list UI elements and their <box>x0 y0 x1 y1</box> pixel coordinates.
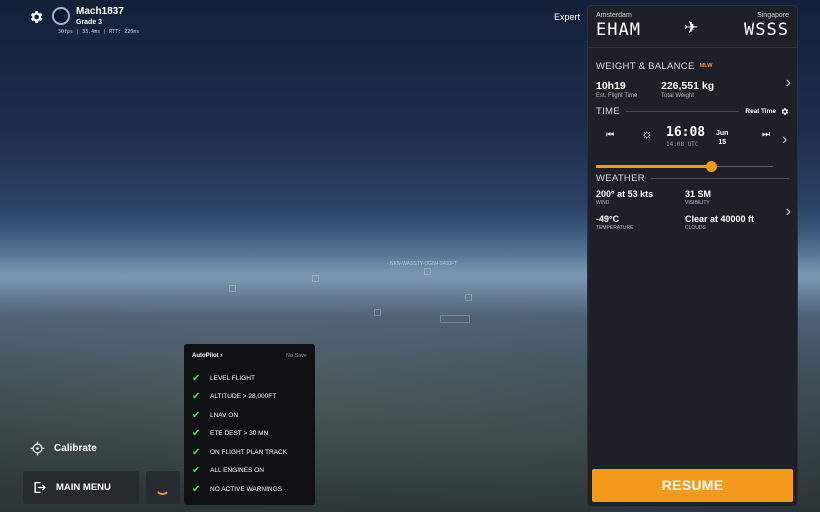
total-weight-label: Total Weight <box>661 93 694 99</box>
mode-label[interactable]: Expert <box>554 12 580 22</box>
checklist-item-label: ALL ENGINES ON <box>210 467 264 475</box>
time-slider[interactable] <box>596 161 789 172</box>
slider-fill <box>596 165 711 168</box>
check-icon: ✔ <box>192 465 201 477</box>
scene-marker <box>465 294 472 301</box>
divider <box>650 178 789 179</box>
departure: Amsterdam EHAM <box>596 12 641 40</box>
scene-marker <box>312 275 319 282</box>
chevron-right-icon[interactable]: › <box>786 203 791 221</box>
scene-marker <box>440 315 470 323</box>
arrival-city: Singapore <box>757 12 789 19</box>
route-header: Amsterdam EHAM ✈ Singapore WSSS <box>588 6 797 48</box>
departure-code: EHAM <box>596 20 641 40</box>
divider <box>625 111 740 112</box>
wind-label: WIND <box>596 200 610 206</box>
checklist-item: ✔ LEVEL FLIGHT <box>192 369 307 388</box>
chevron-right-icon[interactable]: › <box>786 74 791 92</box>
flight-time-label: Est. Flight Time <box>596 93 638 99</box>
checklist-item-label: ON FLIGHT PLAN TRACK <box>210 448 288 456</box>
checklist-item: ✔ ALTITUDE > 28,000FT <box>192 388 307 407</box>
flight-time-value: 10h19 <box>596 80 626 92</box>
calibrate-label: Calibrate <box>54 443 97 454</box>
spinner-icon <box>155 480 170 495</box>
autopilot-check-list: ✔ LEVEL FLIGHT ✔ ALTITUDE > 28,000FT ✔ LNAV O… <box>192 369 307 499</box>
weather-section[interactable]: WEATHER 200° at 53 kts WIND 31 SM VISIBI… <box>596 173 791 231</box>
time-controls: ⏮ ☼ 16:08 14:08 UTC Jun 15 ⏭ › <box>596 123 789 159</box>
scene-marker <box>374 309 381 316</box>
user-info: Mach1837 Grade 3 30fps | 33.4ms | RTT: 2… <box>28 6 139 35</box>
time-section: TIME Real Time ⏮ ☼ 16:08 14:08 UTC Jun 1… <box>596 106 789 172</box>
checklist-item-label: NO ACTIVE WARNINGS <box>210 485 282 493</box>
gear-icon[interactable] <box>28 9 44 25</box>
clouds-label: CLOUDS <box>685 225 706 231</box>
date-month: Jun <box>716 130 729 137</box>
checklist-item-label: LNAV ON <box>210 411 239 419</box>
check-icon: ✔ <box>192 409 201 421</box>
scene-marker <box>424 268 431 275</box>
exit-icon <box>34 481 46 494</box>
skip-forward-icon[interactable]: ⏭ <box>762 129 770 140</box>
checklist-item-label: ETE DEST > 30 MN <box>210 430 269 438</box>
checklist-item-label: ALTITUDE > 28,000FT <box>210 393 277 401</box>
scene-marker <box>229 285 236 292</box>
loading-indicator <box>146 471 180 504</box>
main-menu-label: MAIN MENU <box>56 482 111 493</box>
departure-city: Amsterdam <box>596 12 632 19</box>
clouds-value: Clear at 40000 ft <box>685 214 755 224</box>
date-day: 15 <box>718 139 727 146</box>
performance-stats: 30fps | 33.4ms | RTT: 220ms <box>58 29 140 35</box>
gear-icon[interactable] <box>780 107 789 116</box>
checklist-item: ✔ ALL ENGINES ON <box>192 462 307 481</box>
arrival: Singapore WSSS <box>744 12 789 40</box>
sun-icon: ☼ <box>641 126 653 141</box>
weather-title: WEATHER <box>596 173 645 184</box>
main-menu-button[interactable]: MAIN MENU <box>23 471 139 504</box>
user-grade: Grade 3 <box>76 19 103 26</box>
mlw-tag: MLW <box>699 63 713 69</box>
checklist-item-label: LEVEL FLIGHT <box>210 374 255 382</box>
real-time-label[interactable]: Real Time <box>745 108 776 115</box>
crosshair-icon <box>30 441 45 456</box>
weight-balance-section[interactable]: WEIGHT & BALANCE MLW 10h19 Est. Flight Ti… <box>596 56 791 99</box>
total-weight-value: 226,551 kg <box>661 80 715 92</box>
checklist-item: ✔ LNAV ON <box>192 406 307 425</box>
resume-button[interactable]: RESUME <box>592 469 793 502</box>
flight-panel: Amsterdam EHAM ✈ Singapore WSSS WEIGHT &… <box>587 5 798 507</box>
checklist-item: ✔ ETE DEST > 30 MN <box>192 425 307 444</box>
calibrate-button[interactable]: Calibrate <box>30 441 97 456</box>
airplane-icon: ✈ <box>684 18 699 37</box>
slider-handle[interactable] <box>705 161 717 172</box>
weight-balance-title: WEIGHT & BALANCE <box>596 61 695 72</box>
scene-label: NKN-WASSTY-OGN4 9400FT <box>390 261 458 267</box>
local-time: 16:08 <box>666 125 706 140</box>
chevron-right-icon[interactable]: › <box>782 131 787 149</box>
utc-time: 14:08 UTC <box>666 141 699 148</box>
checklist-item: ✔ NO ACTIVE WARNINGS <box>192 480 307 499</box>
check-icon: ✔ <box>192 428 201 440</box>
wind-value: 200° at 53 kts <box>596 189 654 199</box>
skip-back-icon[interactable]: ⏮ <box>606 129 614 140</box>
save-status: No Save <box>285 353 307 359</box>
temperature-value: -49°C <box>596 214 620 224</box>
time-title: TIME <box>596 106 620 117</box>
visibility-label: VISIBILITY <box>685 200 710 206</box>
check-icon: ✔ <box>192 391 201 403</box>
date[interactable]: Jun 15 <box>716 129 728 147</box>
avatar[interactable] <box>52 7 70 25</box>
visibility-value: 31 SM <box>685 189 712 199</box>
user-name: Mach1837 <box>76 6 124 17</box>
autopilot-title[interactable]: AutoPilot › <box>192 353 222 359</box>
autopilot-checklist: AutoPilot › No Save ✔ LEVEL FLIGHT ✔ ALTITU… <box>184 344 315 505</box>
check-icon: ✔ <box>192 372 201 384</box>
arrival-code: WSSS <box>744 20 789 40</box>
check-icon: ✔ <box>192 446 201 458</box>
temperature-label: TEMPERATURE <box>596 225 634 231</box>
checklist-item: ✔ ON FLIGHT PLAN TRACK <box>192 443 307 462</box>
check-icon: ✔ <box>192 483 201 495</box>
